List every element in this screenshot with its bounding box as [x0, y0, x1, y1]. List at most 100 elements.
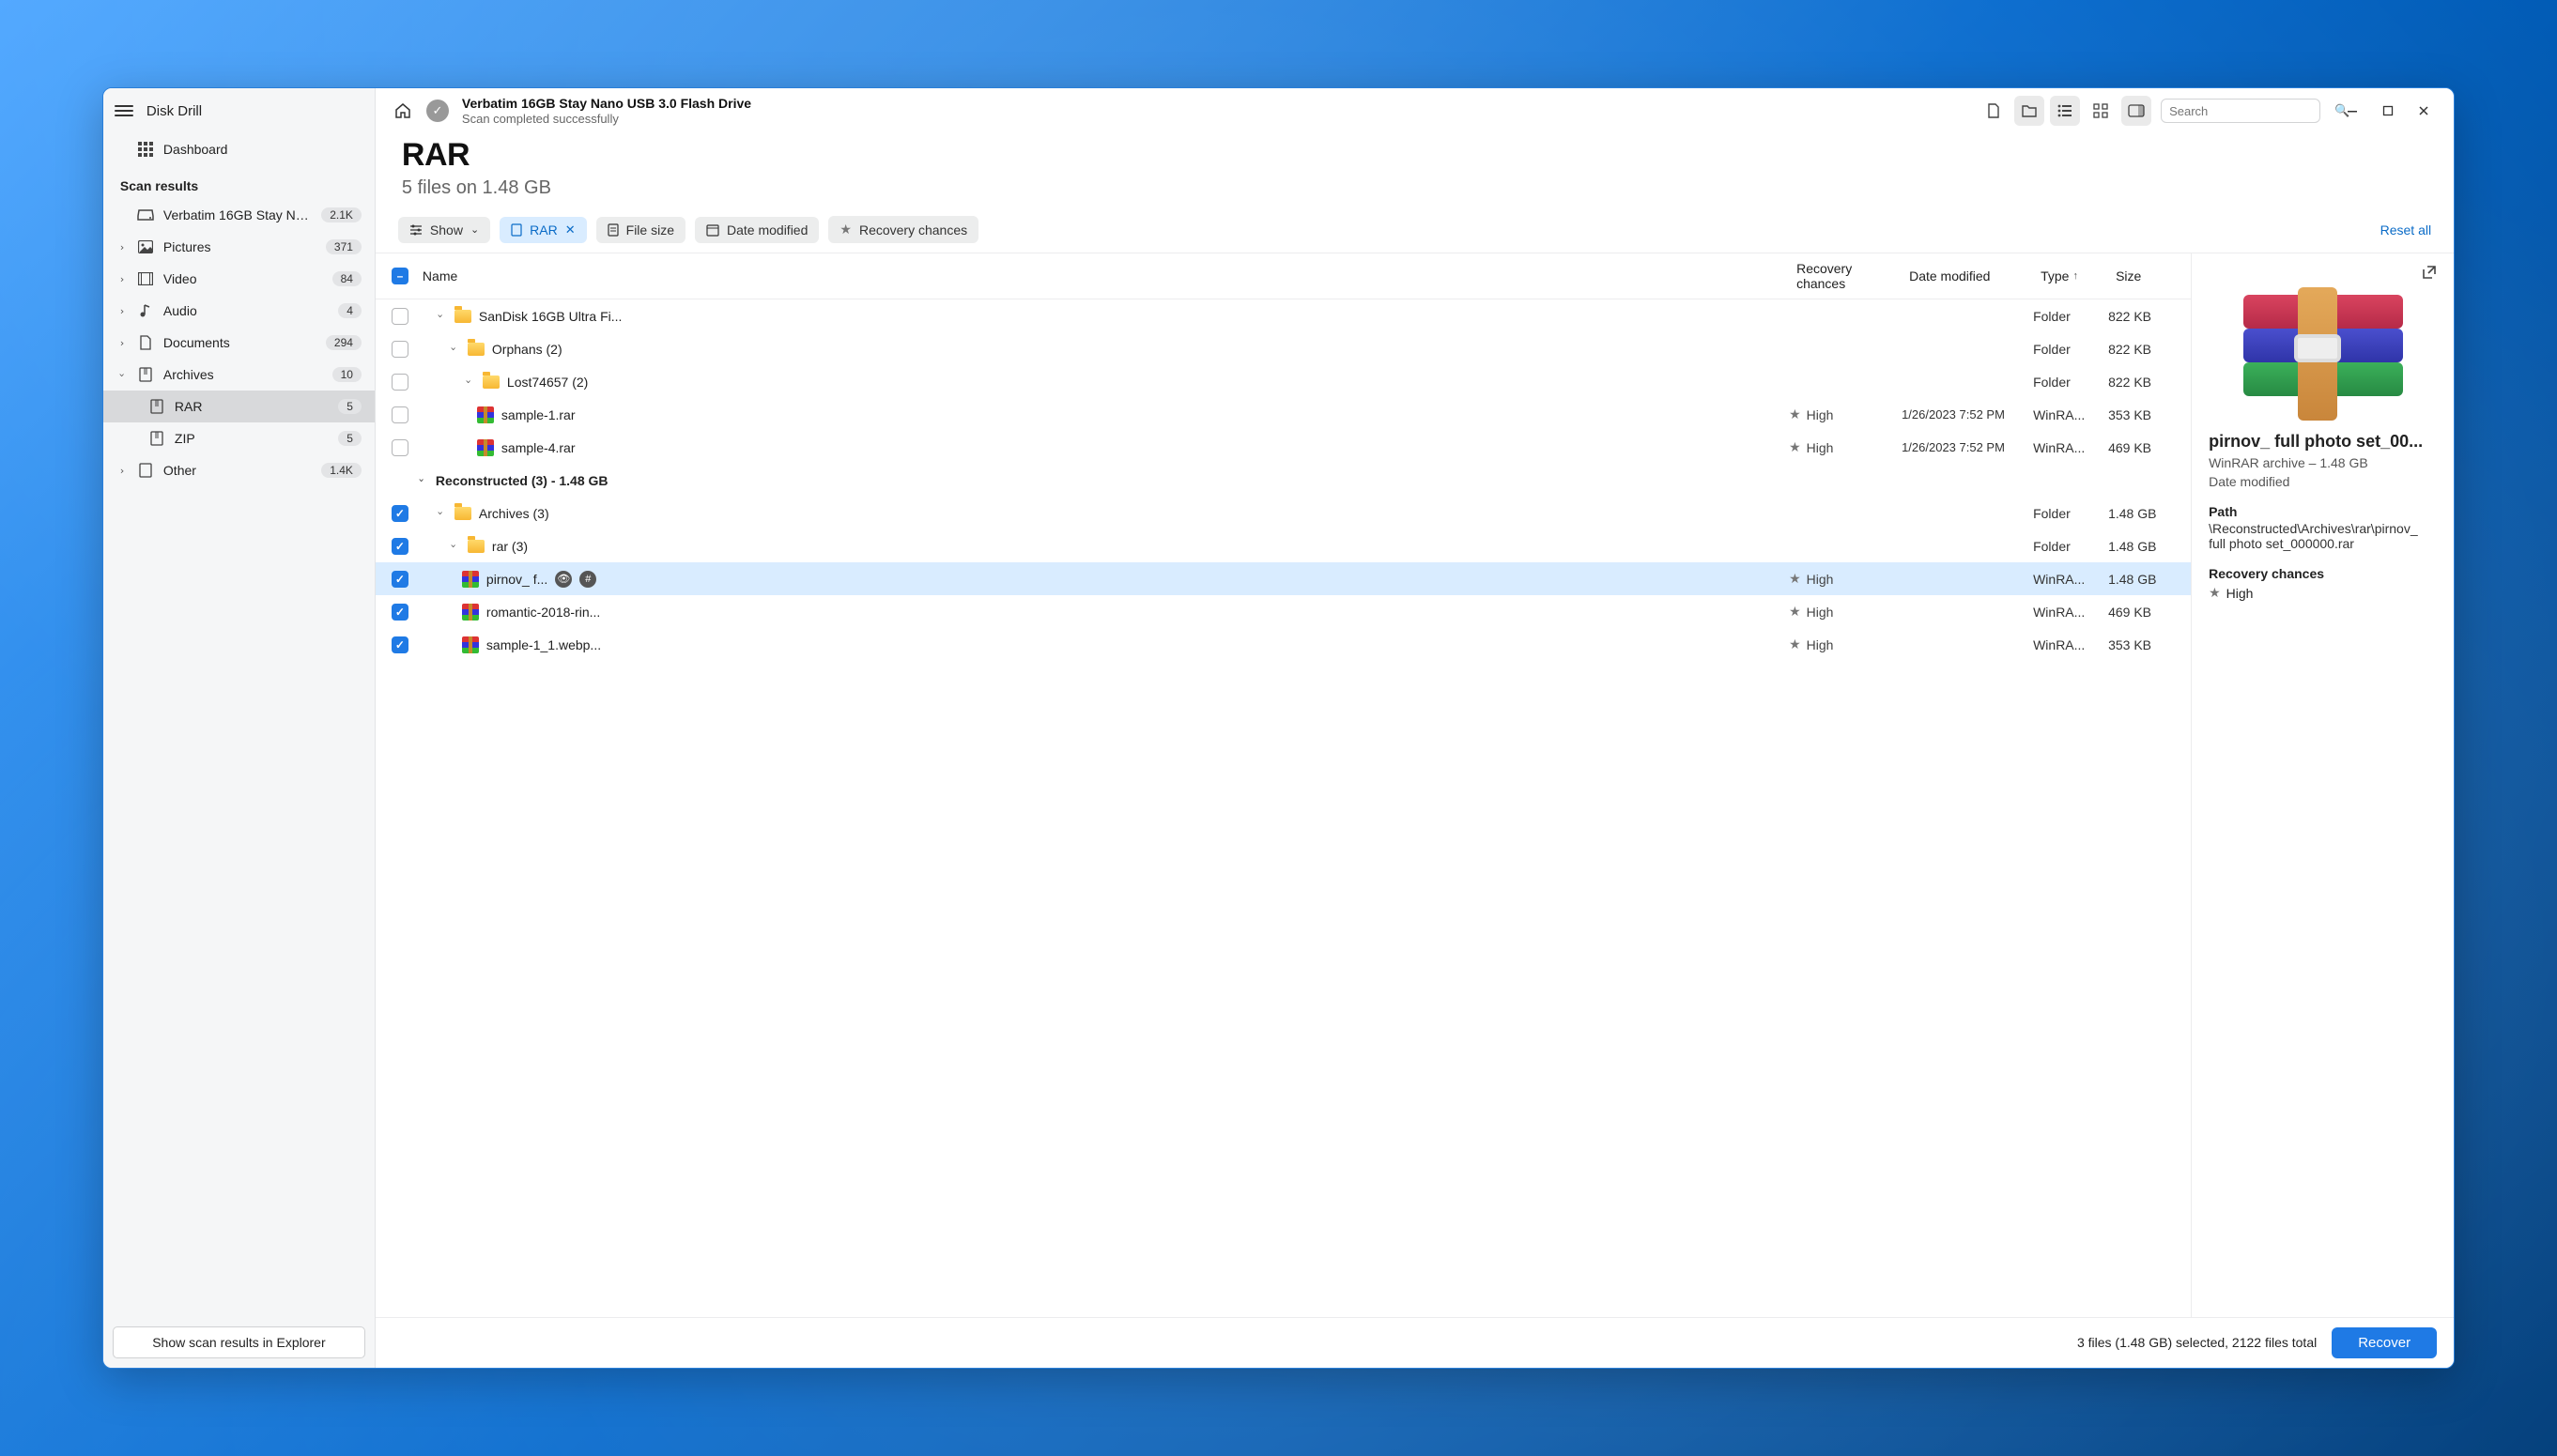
maximize-button[interactable]: [2371, 96, 2405, 126]
details-subtitle: WinRAR archive – 1.48 GB: [2209, 455, 2437, 470]
reset-all-link[interactable]: Reset all: [2380, 222, 2431, 238]
chevron-right-icon[interactable]: ›: [116, 273, 128, 285]
sidebar-footer: Show scan results in Explorer: [103, 1315, 375, 1368]
chevron-down-icon[interactable]: ›: [434, 507, 446, 520]
home-button[interactable]: [389, 97, 417, 125]
row-checkbox[interactable]: [392, 406, 408, 423]
clear-rar-filter-icon[interactable]: ✕: [565, 222, 576, 238]
chevron-right-icon[interactable]: ›: [116, 465, 128, 477]
table-row[interactable]: sample-1.rar★High1/26/2023 7:52 PMWinRA.…: [376, 398, 2191, 431]
search-input[interactable]: [2169, 104, 2334, 118]
view-file-button[interactable]: [1979, 96, 2009, 126]
row-checkbox[interactable]: [392, 604, 408, 621]
row-checkbox[interactable]: [392, 636, 408, 653]
row-type: Folder: [2033, 539, 2108, 554]
chevron-right-icon[interactable]: ›: [116, 337, 128, 349]
chevron-right-icon[interactable]: ›: [116, 305, 128, 317]
chevron-right-icon[interactable]: ›: [116, 241, 128, 253]
select-all-checkbox[interactable]: [392, 268, 408, 284]
row-name: rar (3): [492, 539, 528, 554]
table-row[interactable]: sample-1_1.webp...★HighWinRA...353 KB: [376, 628, 2191, 661]
table-row[interactable]: ›Lost74657 (2)Folder822 KB: [376, 365, 2191, 398]
nav-audio[interactable]: › Audio 4: [103, 295, 375, 327]
documents-icon: [137, 334, 154, 351]
col-recovery[interactable]: Recovery chances: [1789, 261, 1902, 291]
table-row[interactable]: ›Archives (3)Folder1.48 GB: [376, 497, 2191, 529]
row-checkbox[interactable]: [392, 505, 408, 522]
footer-status: 3 files (1.48 GB) selected, 2122 files t…: [393, 1335, 2317, 1350]
nav-dashboard[interactable]: › Dashboard: [103, 133, 375, 165]
star-icon: ★: [1789, 604, 1801, 620]
nav-other[interactable]: › Other 1.4K: [103, 454, 375, 486]
audio-icon: [137, 302, 154, 319]
chip-rar[interactable]: RAR ✕: [500, 217, 586, 243]
view-list-button[interactable]: [2050, 96, 2080, 126]
nav-pictures[interactable]: › Pictures 371: [103, 231, 375, 263]
show-in-explorer-button[interactable]: Show scan results in Explorer: [113, 1326, 365, 1358]
nav-archives[interactable]: › Archives 10: [103, 359, 375, 391]
chip-show[interactable]: Show ⌄: [398, 217, 490, 243]
chevron-down-icon[interactable]: ›: [447, 540, 459, 553]
nav-documents[interactable]: › Documents 294: [103, 327, 375, 359]
row-checkbox[interactable]: [392, 538, 408, 555]
view-panel-button[interactable]: [2121, 96, 2151, 126]
table-row[interactable]: ›SanDisk 16GB Ultra Fi...Folder822 KB: [376, 299, 2191, 332]
view-grid-button[interactable]: [2086, 96, 2116, 126]
search-box[interactable]: 🔍: [2161, 99, 2320, 123]
chevron-down-icon[interactable]: ›: [116, 369, 128, 380]
col-size[interactable]: Size: [2108, 268, 2180, 284]
table-header: Name Recovery chances Date modified Type…: [376, 253, 2191, 299]
chevron-down-icon[interactable]: ›: [415, 474, 427, 487]
preview-icon[interactable]: 👁: [555, 571, 572, 588]
page-subtitle: 5 files on 1.48 GB: [402, 177, 2427, 199]
view-folder-button[interactable]: [2014, 96, 2044, 126]
filesize-icon: [608, 223, 619, 237]
row-name: romantic-2018-rin...: [486, 605, 600, 620]
table-row[interactable]: romantic-2018-rin...★HighWinRA...469 KB: [376, 595, 2191, 628]
row-type: Folder: [2033, 309, 2108, 324]
table-row[interactable]: ›rar (3)Folder1.48 GB: [376, 529, 2191, 562]
chip-recovery-chances[interactable]: ★ Recovery chances: [828, 216, 978, 243]
app-window: Disk Drill › Dashboard Scan results › Ve…: [102, 87, 2455, 1369]
chevron-down-icon: ⌄: [470, 223, 479, 236]
nav-video[interactable]: › Video 84: [103, 263, 375, 295]
pictures-icon: [137, 238, 154, 255]
rar-file-icon: [477, 439, 494, 456]
row-checkbox[interactable]: [392, 374, 408, 391]
popout-icon[interactable]: [2422, 265, 2437, 280]
chevron-down-icon[interactable]: ›: [434, 310, 446, 323]
col-type[interactable]: Type↑: [2033, 268, 2108, 284]
minimize-button[interactable]: [2335, 96, 2369, 126]
row-checkbox[interactable]: [392, 308, 408, 325]
chevron-down-icon[interactable]: ›: [447, 343, 459, 356]
sidebar: Disk Drill › Dashboard Scan results › Ve…: [103, 88, 376, 1368]
row-checkbox[interactable]: [392, 571, 408, 588]
table-body[interactable]: ›SanDisk 16GB Ultra Fi...Folder822 KB›Or…: [376, 299, 2191, 1316]
chip-date-modified[interactable]: Date modified: [695, 217, 819, 243]
table-row[interactable]: ›Orphans (2)Folder822 KB: [376, 332, 2191, 365]
row-checkbox[interactable]: [392, 439, 408, 456]
star-icon: ★: [839, 222, 852, 238]
table-group-row[interactable]: ›Reconstructed (3) - 1.48 GB: [376, 464, 2191, 497]
nav-zip[interactable]: ZIP 5: [103, 422, 375, 454]
dashboard-icon: [137, 141, 154, 158]
close-button[interactable]: [2407, 96, 2441, 126]
row-checkbox[interactable]: [392, 341, 408, 358]
recover-button[interactable]: Recover: [2332, 1327, 2437, 1358]
chip-file-size[interactable]: File size: [596, 217, 685, 243]
nav-drive-label: Verbatim 16GB Stay Na...: [163, 207, 312, 222]
chevron-down-icon[interactable]: ›: [462, 375, 474, 389]
hex-icon[interactable]: #: [579, 571, 596, 588]
details-path-value: \Reconstructed\Archives\rar\pirnov_ full…: [2209, 521, 2437, 551]
nav-drive-item[interactable]: › Verbatim 16GB Stay Na... 2.1K: [103, 199, 375, 231]
row-size: 469 KB: [2108, 440, 2180, 455]
star-icon: ★: [1789, 636, 1801, 652]
nav-rar[interactable]: RAR 5: [103, 391, 375, 422]
col-date[interactable]: Date modified: [1902, 268, 2033, 284]
details-title: pirnov_ full photo set_00...: [2209, 432, 2437, 452]
menu-icon[interactable]: [115, 101, 133, 120]
col-name[interactable]: Name: [415, 268, 1789, 284]
table-row[interactable]: pirnov_ f...👁#★HighWinRA...1.48 GB: [376, 562, 2191, 595]
table-row[interactable]: sample-4.rar★High1/26/2023 7:52 PMWinRA.…: [376, 431, 2191, 464]
archives-icon: [137, 366, 154, 383]
